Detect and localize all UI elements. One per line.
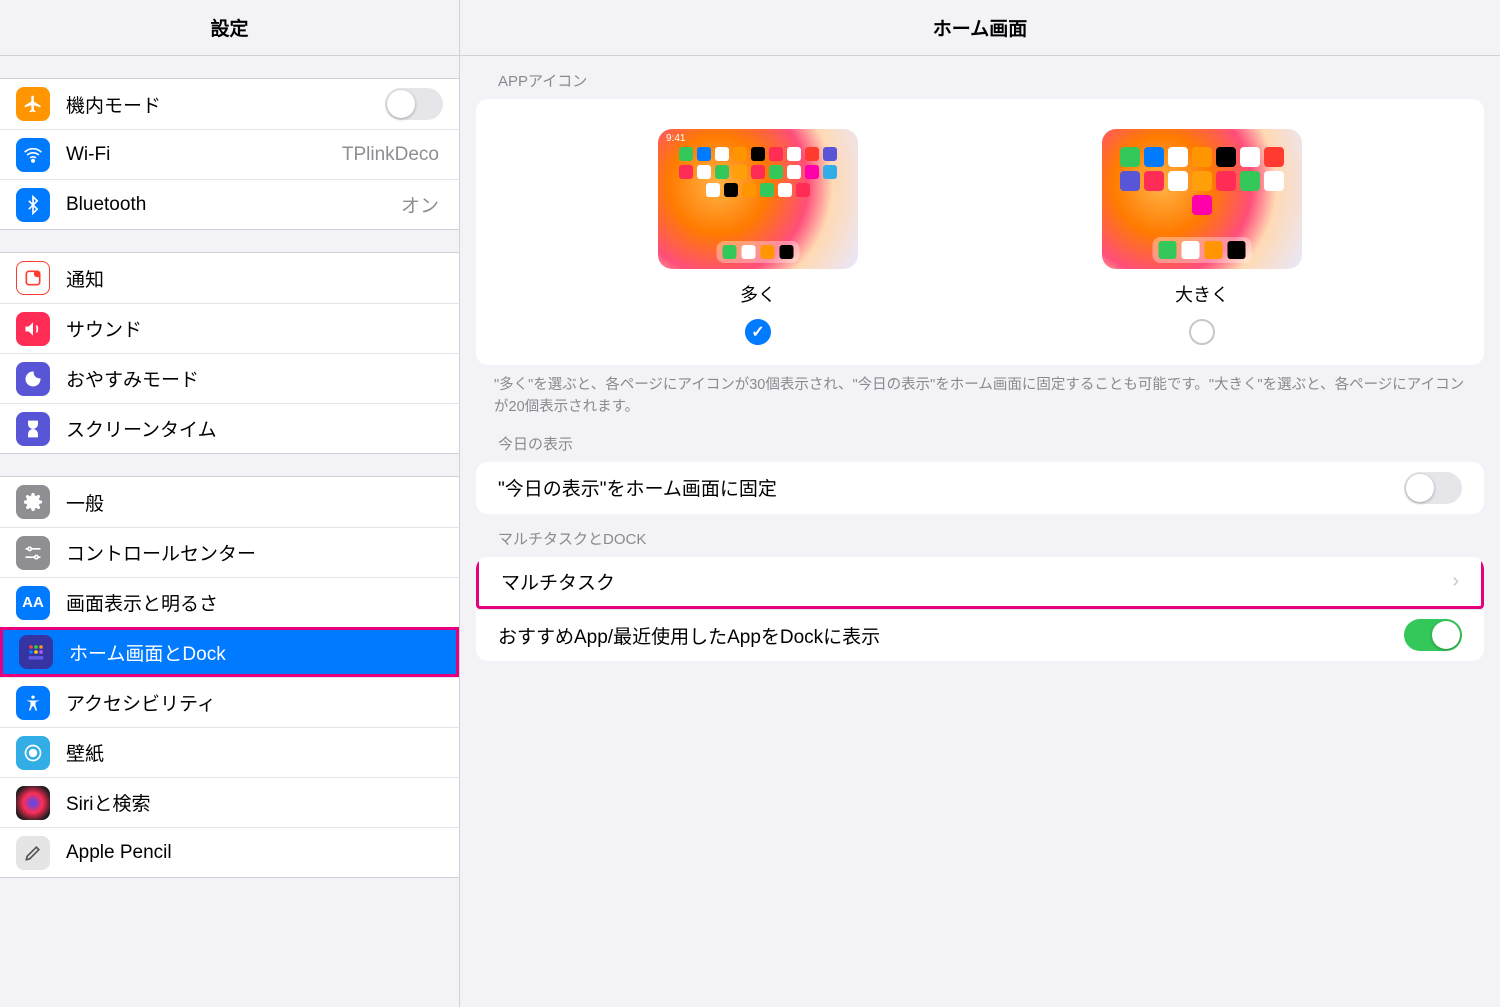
pencil-icon xyxy=(16,836,50,870)
sidebar-item-sounds[interactable]: サウンド xyxy=(0,303,459,353)
sidebar-title: 設定 xyxy=(0,0,459,56)
sidebar-item-label: Bluetooth xyxy=(66,194,401,216)
gear-icon xyxy=(16,485,50,519)
sidebar-item-label: アクセシビリティ xyxy=(66,689,443,716)
sidebar-group-notifications: 通知 サウンド おやすみモード スクリーンタイム xyxy=(0,252,459,454)
wifi-icon xyxy=(16,138,50,172)
content-title: ホーム画面 xyxy=(460,0,1500,56)
sidebar-item-label: Apple Pencil xyxy=(66,842,443,864)
siri-icon xyxy=(16,786,50,820)
appicon-radio-more[interactable] xyxy=(745,319,771,345)
sidebar-item-wallpaper[interactable]: 壁紙 xyxy=(0,727,459,777)
sidebar-item-label: おやすみモード xyxy=(66,365,443,392)
appicon-group: 9:41 多く xyxy=(476,99,1484,365)
sidebar-item-accessibility[interactable]: アクセシビリティ xyxy=(0,677,459,727)
sidebar-item-label: Wi-Fi xyxy=(66,144,342,166)
sidebar-item-screentime[interactable]: スクリーンタイム xyxy=(0,403,459,453)
sidebar-item-label: スクリーンタイム xyxy=(66,415,443,442)
sidebar-item-label: ホーム画面とDock xyxy=(69,639,440,666)
appicon-footer-text: "多く"を選ぶと、各ページにアイコンが30個表示され、"今日の表示"をホーム画面… xyxy=(460,365,1500,419)
sidebar-item-label: サウンド xyxy=(66,315,443,342)
sidebar-item-dnd[interactable]: おやすみモード xyxy=(0,353,459,403)
row-label: マルチタスク xyxy=(501,568,1452,595)
appicon-preview-bigger xyxy=(1102,129,1302,269)
sidebar-item-label: 一般 xyxy=(66,489,443,516)
controlcenter-icon xyxy=(16,536,50,570)
sidebar-item-display[interactable]: AA 画面表示と明るさ xyxy=(0,577,459,627)
screentime-icon xyxy=(16,412,50,446)
sidebar-item-label: 画面表示と明るさ xyxy=(66,589,443,616)
appicon-option-label: 多く xyxy=(740,281,776,307)
row-label: "今日の表示"をホーム画面に固定 xyxy=(498,474,1404,501)
content-pane: ホーム画面 APPアイコン 9:41 多く xyxy=(460,0,1500,1007)
homescreen-icon xyxy=(19,635,53,669)
dock-suggest-switch[interactable] xyxy=(1404,619,1462,651)
today-pin-switch[interactable] xyxy=(1404,472,1462,504)
airplane-switch[interactable] xyxy=(385,88,443,120)
sidebar-item-wifi[interactable]: Wi-Fi TPlinkDeco xyxy=(0,129,459,179)
wallpaper-icon xyxy=(16,736,50,770)
appicon-preview-more: 9:41 xyxy=(658,129,858,269)
sidebar-item-label: 機内モード xyxy=(66,91,385,118)
sidebar-item-label: 壁紙 xyxy=(66,739,443,766)
section-header-multitask: マルチタスクとDOCK xyxy=(460,514,1500,557)
sidebar-group-connectivity: 機内モード Wi-Fi TPlinkDeco Bluetooth オン xyxy=(0,78,459,230)
settings-app: 設定 機内モード Wi-Fi TPlinkDeco xyxy=(0,0,1500,1007)
row-label: おすすめApp/最近使用したAppをDockに表示 xyxy=(498,622,1404,649)
appicon-radio-bigger[interactable] xyxy=(1189,319,1215,345)
notifications-icon xyxy=(16,261,50,295)
bluetooth-value: オン xyxy=(401,191,439,218)
preview-time: 9:41 xyxy=(666,133,685,144)
dnd-icon xyxy=(16,362,50,396)
sidebar-item-label: 通知 xyxy=(66,265,443,292)
today-group: "今日の表示"をホーム画面に固定 xyxy=(476,462,1484,514)
display-icon: AA xyxy=(16,586,50,620)
wifi-value: TPlinkDeco xyxy=(342,144,439,166)
chevron-right-icon: › xyxy=(1452,570,1459,593)
sidebar-item-label: コントロールセンター xyxy=(66,539,443,566)
row-multitask[interactable]: マルチタスク › xyxy=(476,557,1484,609)
sidebar-item-airplane[interactable]: 機内モード xyxy=(0,79,459,129)
bluetooth-icon xyxy=(16,188,50,222)
row-dock-suggest[interactable]: おすすめApp/最近使用したAppをDockに表示 xyxy=(476,609,1484,661)
appicon-option-more[interactable]: 9:41 多く xyxy=(628,129,888,345)
row-today-pin[interactable]: "今日の表示"をホーム画面に固定 xyxy=(476,462,1484,514)
settings-sidebar: 設定 機内モード Wi-Fi TPlinkDeco xyxy=(0,0,460,1007)
sidebar-item-label: Siriと検索 xyxy=(66,789,443,816)
sidebar-group-general: 一般 コントロールセンター AA 画面表示と明るさ ホーム画面とDock xyxy=(0,476,459,878)
section-header-today: 今日の表示 xyxy=(460,419,1500,462)
sidebar-item-siri[interactable]: Siriと検索 xyxy=(0,777,459,827)
sounds-icon xyxy=(16,312,50,346)
sidebar-item-general[interactable]: 一般 xyxy=(0,477,459,527)
appicon-option-bigger[interactable]: 大きく xyxy=(1072,129,1332,345)
sidebar-item-home-dock[interactable]: ホーム画面とDock xyxy=(0,627,459,677)
multitask-group: マルチタスク › おすすめApp/最近使用したAppをDockに表示 xyxy=(476,557,1484,661)
accessibility-icon xyxy=(16,686,50,720)
section-header-appicon: APPアイコン xyxy=(460,56,1500,99)
sidebar-item-controlcenter[interactable]: コントロールセンター xyxy=(0,527,459,577)
sidebar-item-pencil[interactable]: Apple Pencil xyxy=(0,827,459,877)
sidebar-item-notifications[interactable]: 通知 xyxy=(0,253,459,303)
appicon-option-label: 大きく xyxy=(1175,281,1229,307)
airplane-icon xyxy=(16,87,50,121)
sidebar-item-bluetooth[interactable]: Bluetooth オン xyxy=(0,179,459,229)
